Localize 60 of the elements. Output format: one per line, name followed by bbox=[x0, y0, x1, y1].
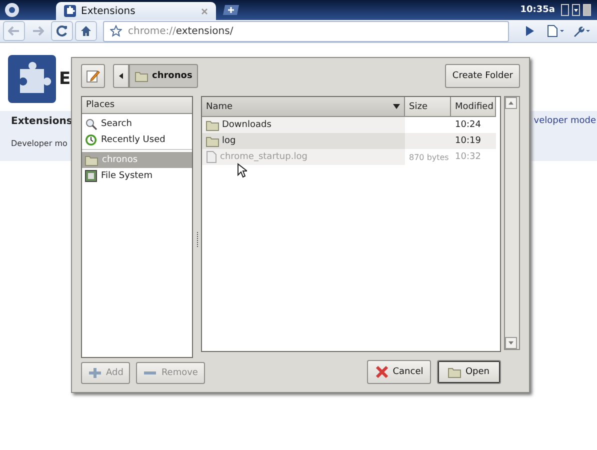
left-arrow-icon bbox=[119, 73, 123, 79]
reload-button[interactable] bbox=[51, 21, 73, 41]
folder-icon bbox=[206, 136, 219, 146]
go-icon[interactable] bbox=[525, 26, 535, 36]
cancel-icon bbox=[374, 365, 389, 379]
file-name: Downloads bbox=[222, 120, 272, 130]
clock-text: 10:35a bbox=[520, 5, 555, 15]
scrollbar[interactable] bbox=[504, 96, 520, 350]
place-item[interactable]: File System bbox=[82, 168, 192, 184]
folder-icon bbox=[448, 366, 462, 378]
browser-logo-icon[interactable] bbox=[4, 2, 20, 18]
folder-icon bbox=[135, 70, 148, 82]
url-text: chrome://extensions/ bbox=[128, 26, 234, 36]
open-button[interactable]: Open bbox=[437, 360, 501, 384]
home-button[interactable] bbox=[75, 21, 97, 41]
minus-icon bbox=[143, 371, 158, 375]
new-tab-icon[interactable] bbox=[222, 4, 240, 16]
home-icon bbox=[80, 25, 92, 37]
create-folder-button[interactable]: Create Folder bbox=[445, 64, 520, 88]
puzzle-icon bbox=[64, 5, 76, 17]
modified-time: 10:32 bbox=[455, 152, 481, 162]
browser-tab[interactable]: Extensions bbox=[56, 2, 216, 20]
wrench-icon[interactable] bbox=[573, 25, 591, 37]
address-bar[interactable]: chrome://extensions/ bbox=[103, 20, 509, 42]
cancel-button[interactable]: Cancel bbox=[367, 360, 431, 384]
developer-mode-link[interactable]: veloper mode bbox=[534, 111, 597, 161]
developer-mode-text: Developer mo bbox=[11, 139, 68, 148]
folder-icon bbox=[85, 154, 98, 166]
search-icon bbox=[85, 118, 97, 130]
notepad-pencil-icon bbox=[86, 69, 100, 83]
modified-time: 10:19 bbox=[455, 136, 481, 146]
edit-button[interactable] bbox=[81, 64, 105, 88]
clock-icon bbox=[85, 134, 97, 146]
star-icon[interactable] bbox=[110, 25, 122, 37]
page-heading: E bbox=[59, 69, 71, 89]
puzzle-icon bbox=[8, 55, 56, 103]
page-menu-icon[interactable] bbox=[547, 25, 565, 37]
sort-arrow-icon bbox=[393, 104, 400, 109]
splitter-grip[interactable] bbox=[196, 232, 198, 248]
path-button[interactable]: chronos bbox=[129, 64, 198, 88]
column-header[interactable]: Name bbox=[202, 97, 405, 117]
file-size: 870 bytes bbox=[409, 152, 449, 162]
modified-time: 10:24 bbox=[455, 120, 481, 130]
reload-icon bbox=[56, 25, 68, 37]
forward-arrow-icon bbox=[32, 26, 44, 36]
plus-icon bbox=[88, 367, 102, 379]
sidebar-title: Extensions bbox=[11, 116, 72, 127]
places-header[interactable]: Places bbox=[82, 97, 192, 114]
status-icons-drawing bbox=[561, 4, 591, 16]
back-arrow-icon bbox=[8, 26, 20, 36]
mouse-cursor-icon bbox=[237, 163, 247, 178]
path-back-button[interactable] bbox=[113, 64, 129, 88]
column-header[interactable]: Size bbox=[405, 97, 451, 117]
file-icon bbox=[206, 151, 217, 163]
file-name: chrome_startup.log bbox=[220, 152, 308, 162]
column-header[interactable]: Modified bbox=[451, 97, 496, 117]
file-name: log bbox=[222, 136, 236, 146]
place-item[interactable]: Recently Used bbox=[82, 132, 192, 148]
place-item[interactable]: Search bbox=[82, 116, 192, 132]
folder-icon bbox=[206, 120, 219, 130]
